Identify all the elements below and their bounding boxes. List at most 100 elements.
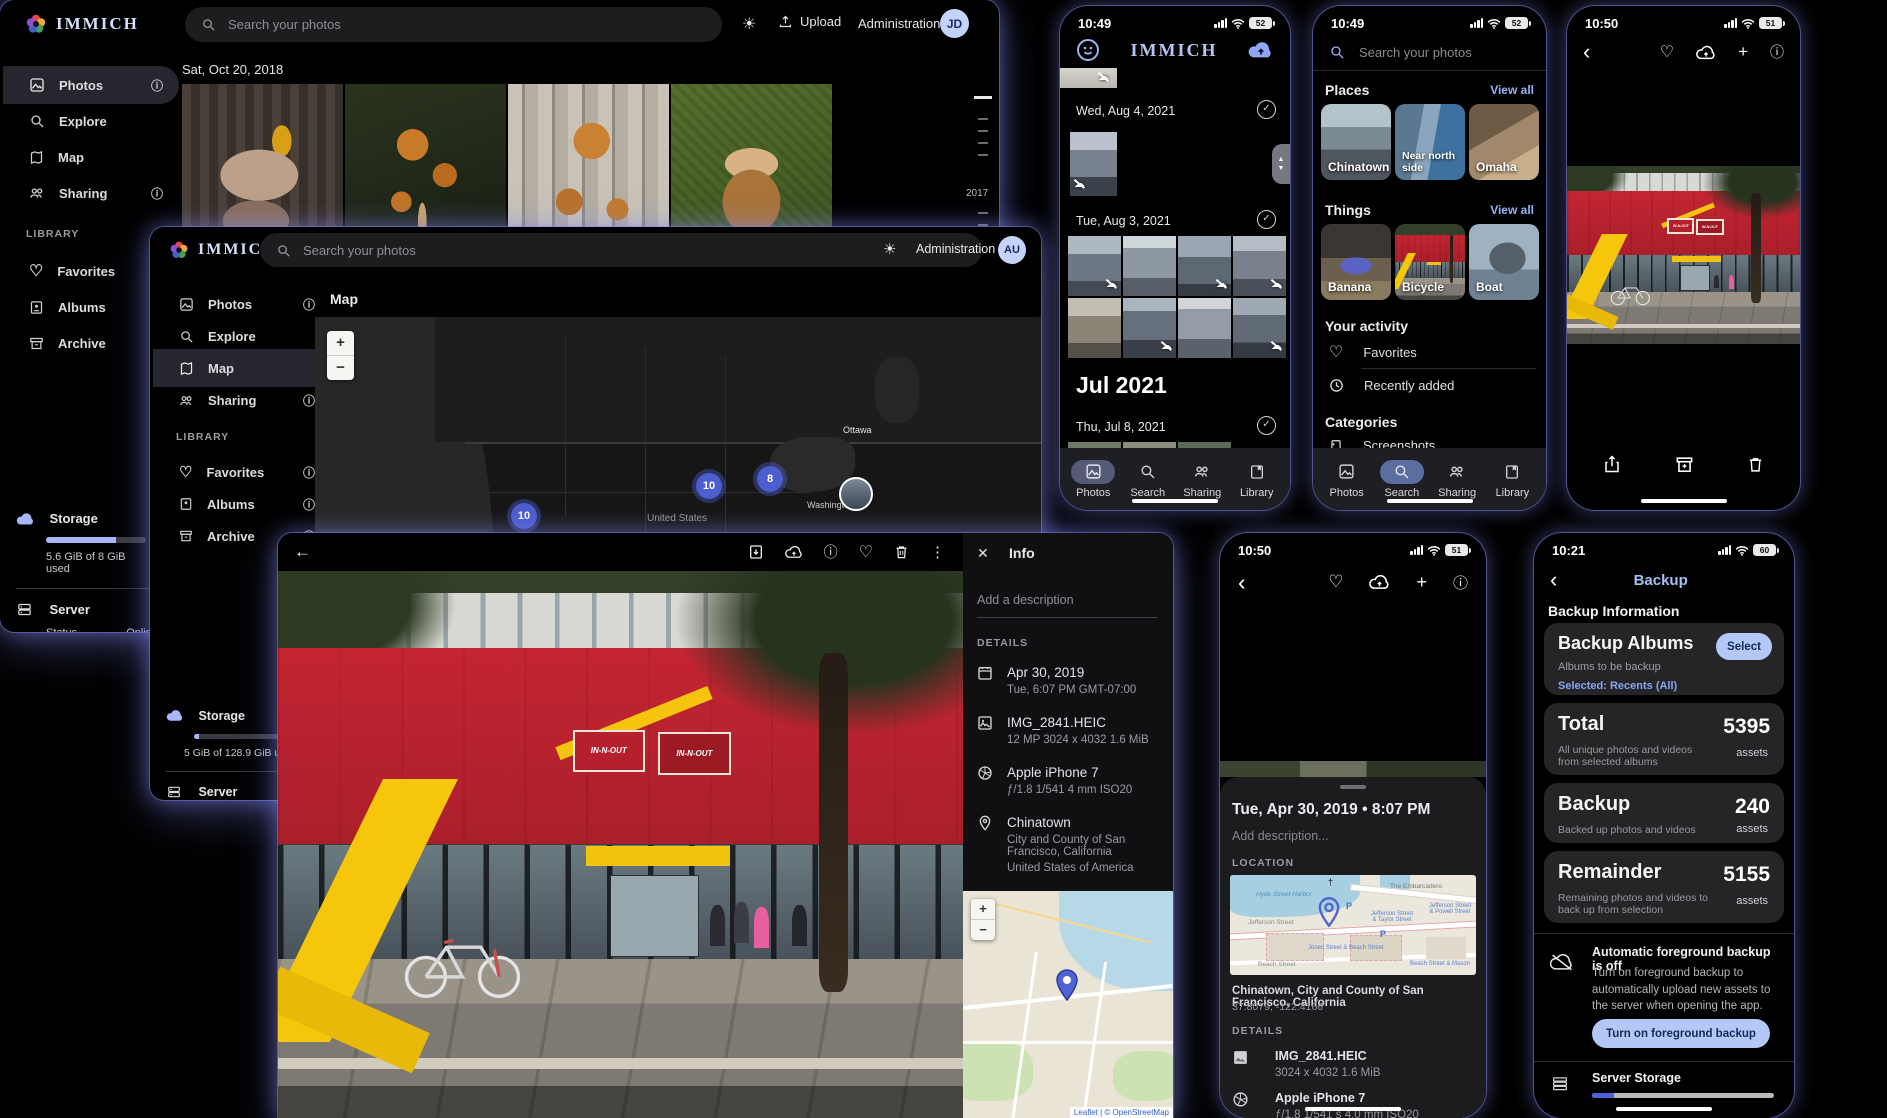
add-icon[interactable]: + bbox=[1738, 42, 1748, 62]
sidebar-label: Sharing bbox=[208, 393, 256, 408]
nav-item-search[interactable]: Search bbox=[1121, 460, 1176, 499]
zoom-out-button[interactable]: − bbox=[327, 356, 354, 380]
things-view-all-link[interactable]: View all bbox=[1490, 203, 1534, 217]
search-bar[interactable]: Search your photos bbox=[1313, 36, 1546, 68]
photo-thumbnail[interactable]: ☁ bbox=[1233, 236, 1286, 296]
backup-cloud-icon[interactable] bbox=[1248, 40, 1274, 60]
add-description-field[interactable]: Add description... bbox=[1232, 829, 1329, 843]
select-check-icon[interactable]: ✓ bbox=[1257, 416, 1276, 435]
map-icon bbox=[29, 150, 44, 165]
trash-icon[interactable] bbox=[1747, 455, 1764, 474]
nav-item-photos[interactable]: Photos bbox=[1066, 460, 1121, 499]
photo-thumbnail[interactable]: ☁ bbox=[1123, 298, 1176, 358]
zoom-in-button[interactable]: + bbox=[327, 331, 354, 356]
select-check-icon[interactable]: ✓ bbox=[1257, 210, 1276, 229]
info-icon[interactable]: ⓘ bbox=[1770, 42, 1784, 62]
thing-thumb-banana[interactable]: Banana bbox=[1321, 224, 1391, 300]
search-input[interactable] bbox=[301, 242, 892, 259]
activity-recent-row[interactable]: Recently added bbox=[1329, 378, 1454, 393]
photo-in-n-out[interactable]: IN-N-OUT IN-N-OUT bbox=[1567, 166, 1800, 344]
search-input[interactable] bbox=[226, 16, 659, 33]
zoom-in-button[interactable]: + bbox=[971, 899, 995, 920]
sidebar-item-explore[interactable]: Explore bbox=[3, 102, 179, 140]
scrollbar-thumb[interactable]: ▲▼ bbox=[1272, 144, 1290, 184]
photo-thumbnail[interactable]: ☁ bbox=[1233, 298, 1286, 358]
sidebar-item-photos[interactable]: Photosⓘ bbox=[3, 66, 179, 104]
places-view-all-link[interactable]: View all bbox=[1490, 83, 1534, 97]
zoom-out-button[interactable]: − bbox=[971, 920, 995, 940]
trash-icon[interactable] bbox=[894, 544, 909, 560]
minimap-zoom-control[interactable]: + − bbox=[971, 899, 995, 940]
search-bar[interactable] bbox=[185, 7, 722, 42]
info-mini-map[interactable]: + − Leaflet | © OpenStreetMap bbox=[963, 891, 1173, 1118]
download-icon[interactable] bbox=[748, 544, 764, 560]
nav-item-search[interactable]: Search bbox=[1374, 460, 1429, 499]
nav-item-library[interactable]: Library bbox=[1485, 460, 1540, 499]
photo-thumbnail[interactable] bbox=[1068, 298, 1121, 358]
activity-favorites-row[interactable]: ♡ Favorites bbox=[1329, 342, 1417, 362]
upload-button[interactable]: Upload bbox=[778, 14, 841, 29]
add-description-field[interactable]: Add a description bbox=[977, 593, 1074, 607]
sidebar-item-map[interactable]: Map bbox=[3, 138, 179, 176]
scrubber-handle[interactable] bbox=[974, 96, 992, 99]
sidebar-item-sharing[interactable]: Sharingⓘ bbox=[153, 381, 331, 419]
map-attribution[interactable]: Leaflet | © OpenStreetMap bbox=[1070, 1107, 1173, 1118]
favorite-heart-icon[interactable]: ♡ bbox=[1328, 572, 1343, 592]
photo-thumbnail[interactable] bbox=[1178, 298, 1231, 358]
close-icon[interactable]: ✕ bbox=[977, 545, 989, 562]
cloud-upload-icon[interactable] bbox=[785, 545, 803, 559]
user-avatar[interactable]: JD bbox=[940, 9, 969, 38]
map-cluster-marker[interactable]: 10 bbox=[507, 499, 541, 533]
add-icon[interactable]: + bbox=[1416, 572, 1427, 593]
photo-sliver[interactable] bbox=[1220, 761, 1486, 777]
place-thumb-chinatown[interactable]: Chinatown bbox=[1321, 104, 1391, 180]
place-thumb-omaha[interactable]: Omaha bbox=[1469, 104, 1539, 180]
home-indicator bbox=[1132, 499, 1218, 503]
map-zoom-control[interactable]: + − bbox=[327, 331, 354, 380]
back-chevron-icon[interactable]: ‹ bbox=[1583, 42, 1590, 62]
back-chevron-icon[interactable]: ‹ bbox=[1238, 569, 1246, 596]
map-photo-marker[interactable] bbox=[839, 477, 873, 511]
sheet-drag-handle[interactable] bbox=[1340, 785, 1366, 789]
theme-toggle-sun-icon[interactable]: ☀ bbox=[742, 14, 756, 34]
nav-item-sharing[interactable]: Sharing bbox=[1175, 460, 1230, 499]
nav-item-library[interactable]: Library bbox=[1230, 460, 1285, 499]
photo-thumbnail-partial[interactable]: ☁ bbox=[1060, 68, 1117, 88]
select-check-icon[interactable]: ✓ bbox=[1257, 100, 1276, 119]
thing-thumb-boat[interactable]: Boat bbox=[1469, 224, 1539, 300]
more-kebab-icon[interactable]: ⋮ bbox=[930, 543, 945, 561]
user-avatar[interactable]: AU bbox=[998, 236, 1026, 264]
share-icon[interactable] bbox=[1603, 454, 1621, 474]
nav-item-sharing[interactable]: Sharing bbox=[1430, 460, 1485, 499]
thing-thumb-bicycle[interactable]: Bicycle bbox=[1395, 224, 1465, 300]
photo-thumbnail[interactable]: ☁ bbox=[1068, 236, 1121, 296]
cloud-upload-icon[interactable] bbox=[1696, 45, 1716, 60]
theme-toggle-sun-icon[interactable]: ☀ bbox=[883, 240, 896, 258]
nav-item-photos[interactable]: Photos bbox=[1319, 460, 1374, 499]
favorite-heart-icon[interactable]: ♡ bbox=[1660, 42, 1674, 62]
profile-face-icon[interactable] bbox=[1076, 38, 1100, 62]
photo-thumbnail[interactable]: ☁ bbox=[1070, 132, 1117, 196]
turn-on-foreground-backup-button[interactable]: Turn on foreground backup bbox=[1592, 1019, 1770, 1048]
battery-icon: 60 bbox=[1753, 544, 1776, 556]
photo-thumbnail[interactable]: ☁ bbox=[1178, 236, 1231, 296]
photo-thumbnail[interactable] bbox=[1123, 236, 1176, 296]
location-map[interactable]: Hyde Street Harbor The Embarcadero Jeffe… bbox=[1230, 875, 1476, 975]
administration-link[interactable]: Administration bbox=[916, 242, 995, 256]
search-bar[interactable] bbox=[260, 233, 982, 267]
favorite-heart-icon[interactable]: ♡ bbox=[859, 542, 873, 562]
administration-link[interactable]: Administration bbox=[858, 16, 940, 31]
back-chevron-icon[interactable]: ‹ bbox=[1550, 567, 1557, 593]
place-thumb-near-north-side[interactable]: Near north side bbox=[1395, 104, 1465, 180]
archive-add-icon[interactable] bbox=[1675, 455, 1694, 474]
back-icon[interactable]: ← bbox=[294, 542, 311, 562]
clock-icon bbox=[1329, 378, 1344, 393]
info-icon[interactable]: ⓘ bbox=[1453, 572, 1468, 593]
select-albums-button[interactable]: Select bbox=[1716, 633, 1772, 660]
cloud-upload-icon[interactable] bbox=[1369, 574, 1390, 590]
map-cluster-marker[interactable]: 8 bbox=[753, 462, 787, 496]
main-photo-in-n-out[interactable]: IN-N-OUT IN-N-OUT bbox=[278, 571, 963, 1118]
map-cluster-marker[interactable]: 10 bbox=[692, 469, 726, 503]
sidebar-item-sharing[interactable]: Sharingⓘ bbox=[3, 174, 179, 212]
info-icon[interactable]: ⓘ bbox=[824, 542, 838, 562]
